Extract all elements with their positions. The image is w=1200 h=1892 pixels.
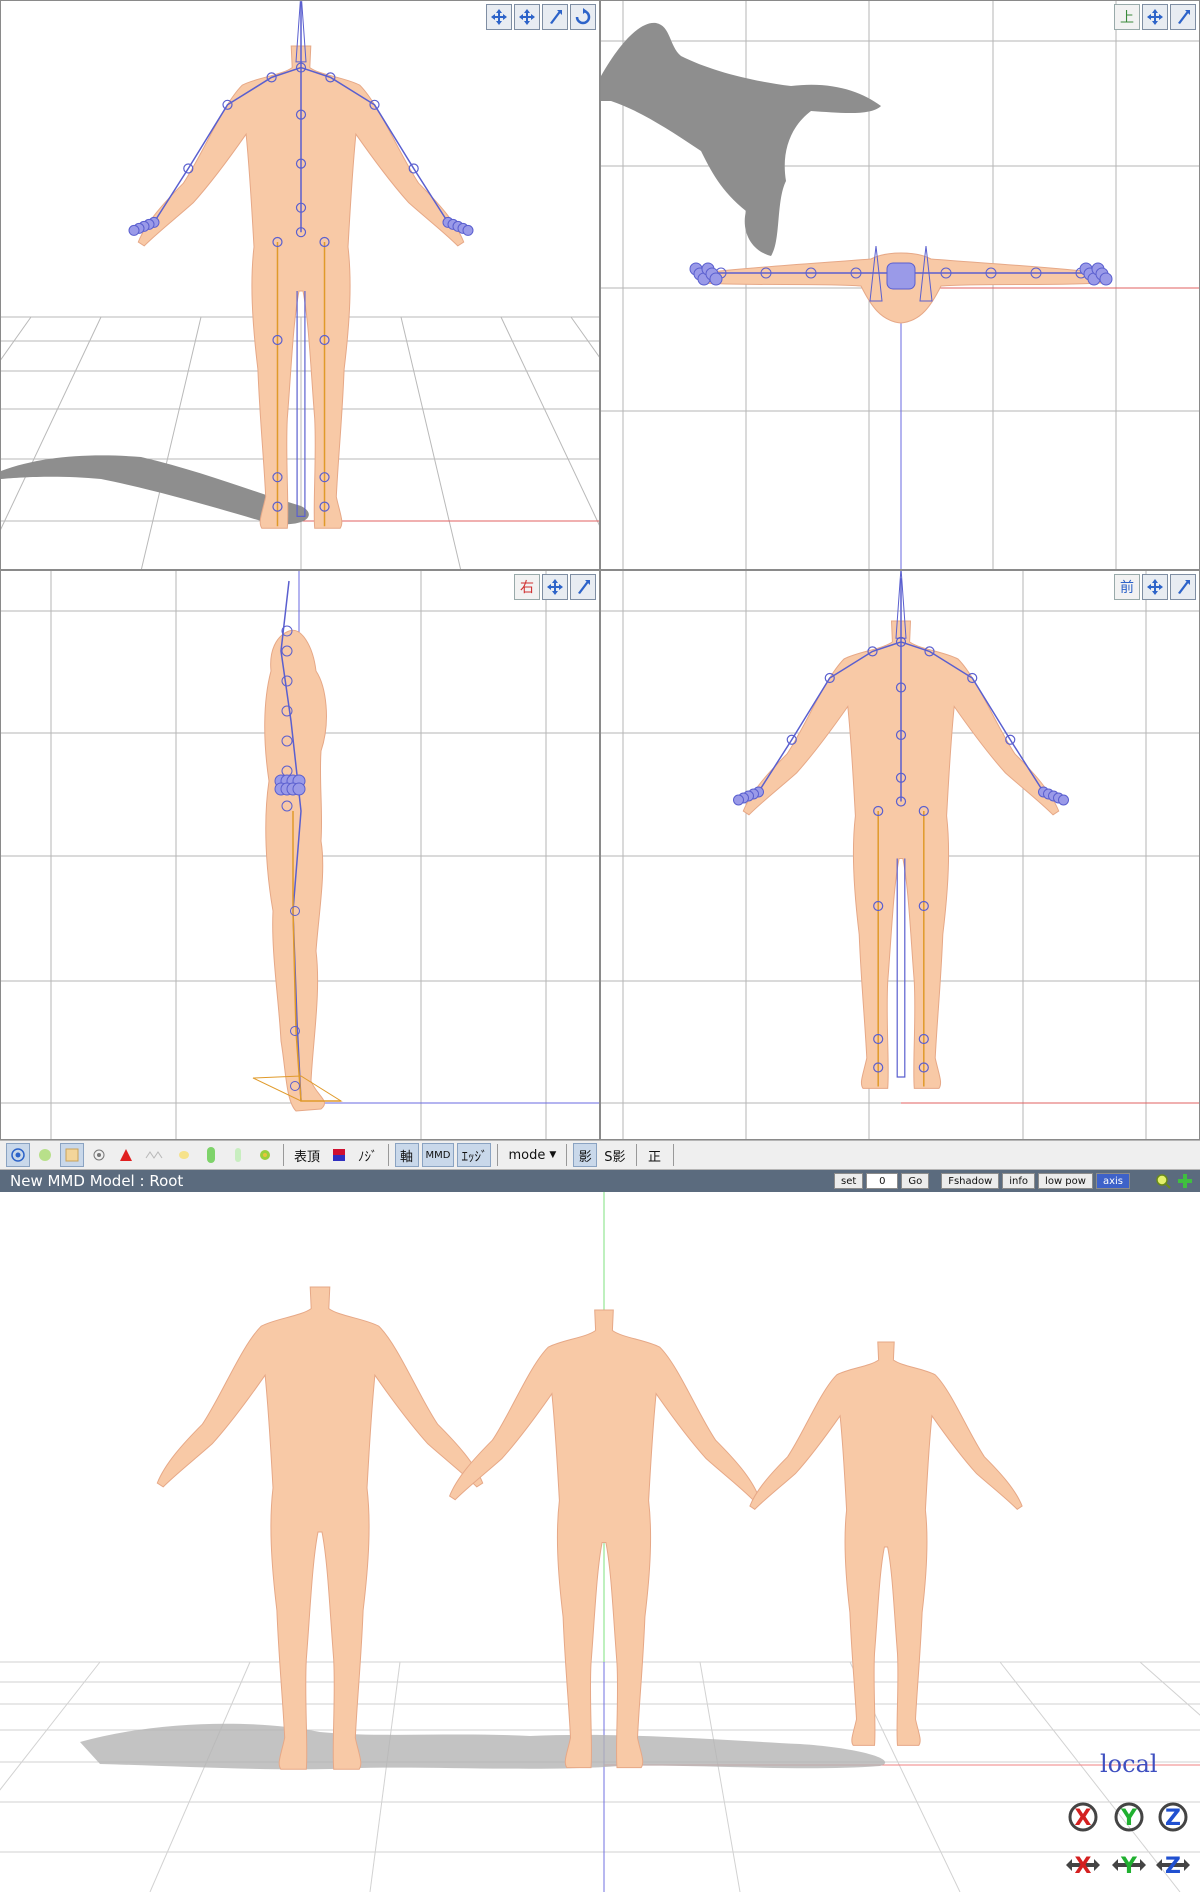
hand-bone xyxy=(709,272,723,286)
toolbar-separator xyxy=(635,1144,637,1166)
set-button[interactable]: set xyxy=(834,1173,864,1189)
axis-rotate-x-button[interactable]: X xyxy=(1064,1800,1102,1834)
viewport-tools: 上 xyxy=(1114,4,1196,30)
joint-button[interactable] xyxy=(87,1143,111,1167)
ik-button[interactable] xyxy=(114,1143,138,1167)
low-pow-button[interactable]: low pow xyxy=(1038,1173,1093,1189)
front-view-button[interactable]: 正 xyxy=(643,1143,667,1167)
floor-grid xyxy=(1,316,599,569)
viewport-tools xyxy=(486,4,596,30)
view-label: 前 xyxy=(1114,574,1140,600)
viewport-right[interactable]: 右 xyxy=(0,570,600,1140)
view-label: 右 xyxy=(514,574,540,600)
floor-grid xyxy=(0,1661,1200,1892)
morph-button[interactable] xyxy=(141,1143,169,1167)
info-button[interactable]: info xyxy=(1002,1173,1036,1189)
view-label: 上 xyxy=(1114,4,1140,30)
axis-rotate-y-button[interactable]: Y xyxy=(1110,1800,1148,1834)
toolbar-separator xyxy=(387,1144,389,1166)
zoom-view-icon[interactable] xyxy=(542,4,568,30)
rendered-model xyxy=(749,1341,1023,1746)
model-shadows xyxy=(80,1723,886,1770)
toolbar-separator xyxy=(283,1144,284,1166)
axis-letter: Z xyxy=(1165,1854,1181,1879)
zoom-view-icon[interactable] xyxy=(1170,574,1196,600)
front-scene xyxy=(601,571,1199,1139)
zoom-view-icon[interactable] xyxy=(570,574,596,600)
axis-letter: X xyxy=(1075,1806,1092,1831)
axis-move-z-button[interactable]: Z xyxy=(1154,1848,1192,1882)
axis-letter: X xyxy=(1075,1854,1092,1879)
move-view-icon[interactable] xyxy=(1142,574,1168,600)
axis-move-x-button[interactable]: X xyxy=(1064,1848,1102,1882)
model-title: New MMD Model : Root xyxy=(10,1172,184,1190)
joint-link-button[interactable] xyxy=(226,1143,250,1167)
top-scene xyxy=(601,1,1199,569)
axis-letter: Y xyxy=(1120,1854,1138,1879)
move-view-icon[interactable] xyxy=(486,4,512,30)
zoom-view-icon[interactable] xyxy=(1170,4,1196,30)
material-button[interactable] xyxy=(33,1143,57,1167)
rotate-view-icon[interactable] xyxy=(570,4,596,30)
chevron-down-icon: ▼ xyxy=(549,1150,557,1160)
axis-letter: Z xyxy=(1165,1806,1181,1831)
toolbar-separator xyxy=(566,1144,568,1166)
pelvis-bone xyxy=(886,262,916,290)
hand-bone xyxy=(462,224,474,236)
bone-chain xyxy=(896,858,906,1078)
render-scene xyxy=(0,1192,1200,1892)
color-button[interactable] xyxy=(327,1143,351,1167)
mode-label: mode xyxy=(508,1147,546,1163)
axis-button[interactable]: axis xyxy=(1095,1173,1130,1189)
toolbar-separator xyxy=(497,1144,499,1166)
capsule-button[interactable] xyxy=(199,1143,223,1167)
display-vertex-button[interactable]: 表頂 xyxy=(290,1143,324,1167)
render-view[interactable] xyxy=(0,1192,1200,1892)
edge-toggle-button[interactable]: ｴｯｼﾞ xyxy=(457,1143,492,1167)
go-button[interactable]: Go xyxy=(901,1173,930,1189)
side-scene xyxy=(1,571,599,1139)
move-view-icon[interactable] xyxy=(1142,4,1168,30)
hand-bone xyxy=(128,224,140,236)
hand-bone xyxy=(1058,794,1069,806)
mmd-toggle-button[interactable]: MMD xyxy=(421,1143,455,1167)
bone-display-button[interactable] xyxy=(60,1143,84,1167)
view-toolbar: 表頂 ﾉｼﾞ 軸 MMD ｴｯｼﾞ mode ▼ 影 S影 正 xyxy=(0,1140,1200,1170)
viewport-tools: 右 xyxy=(514,574,596,600)
axis-move-y-button[interactable]: Y xyxy=(1110,1848,1148,1882)
zoom-search-icon[interactable] xyxy=(1154,1172,1172,1190)
model-figures xyxy=(156,1286,1023,1770)
add-icon[interactable] xyxy=(1176,1172,1194,1190)
rigidbody-button[interactable] xyxy=(172,1143,196,1167)
noise-button[interactable]: ﾉｼﾞ xyxy=(354,1143,382,1167)
softbody-button[interactable] xyxy=(253,1143,277,1167)
axis-letter: Y xyxy=(1120,1806,1138,1831)
perspective-scene xyxy=(1,1,599,569)
vertex-select-button[interactable] xyxy=(6,1143,30,1167)
move-view-icon[interactable] xyxy=(542,574,568,600)
axis-rotate-z-button[interactable]: Z xyxy=(1154,1800,1192,1834)
axis-toggle-button[interactable]: 軸 xyxy=(394,1143,419,1167)
mode-dropdown[interactable]: mode ▼ xyxy=(504,1143,560,1167)
shadow-toggle-button[interactable]: 影 xyxy=(573,1143,598,1167)
status-bar: New MMD Model : Root set 0 Go Fshadow in… xyxy=(0,1170,1200,1192)
local-mode-label: local xyxy=(1100,1750,1158,1778)
toolbar-separator xyxy=(672,1144,674,1166)
viewport-top[interactable]: 上 xyxy=(600,0,1200,570)
model-shadow xyxy=(601,22,881,256)
hand-bone xyxy=(733,794,744,806)
self-shadow-toggle-button[interactable]: S影 xyxy=(600,1143,629,1167)
fshadow-button[interactable]: Fshadow xyxy=(941,1173,1000,1189)
viewport-tools: 前 xyxy=(1114,574,1196,600)
viewport-perspective[interactable] xyxy=(0,0,600,570)
viewport-front[interactable]: 前 xyxy=(600,570,1200,1140)
hand-bone xyxy=(292,782,306,796)
frame-input[interactable]: 0 xyxy=(866,1173,899,1189)
rendered-model xyxy=(156,1286,484,1770)
hand-bone xyxy=(1099,272,1113,286)
pan-view-icon[interactable] xyxy=(514,4,540,30)
